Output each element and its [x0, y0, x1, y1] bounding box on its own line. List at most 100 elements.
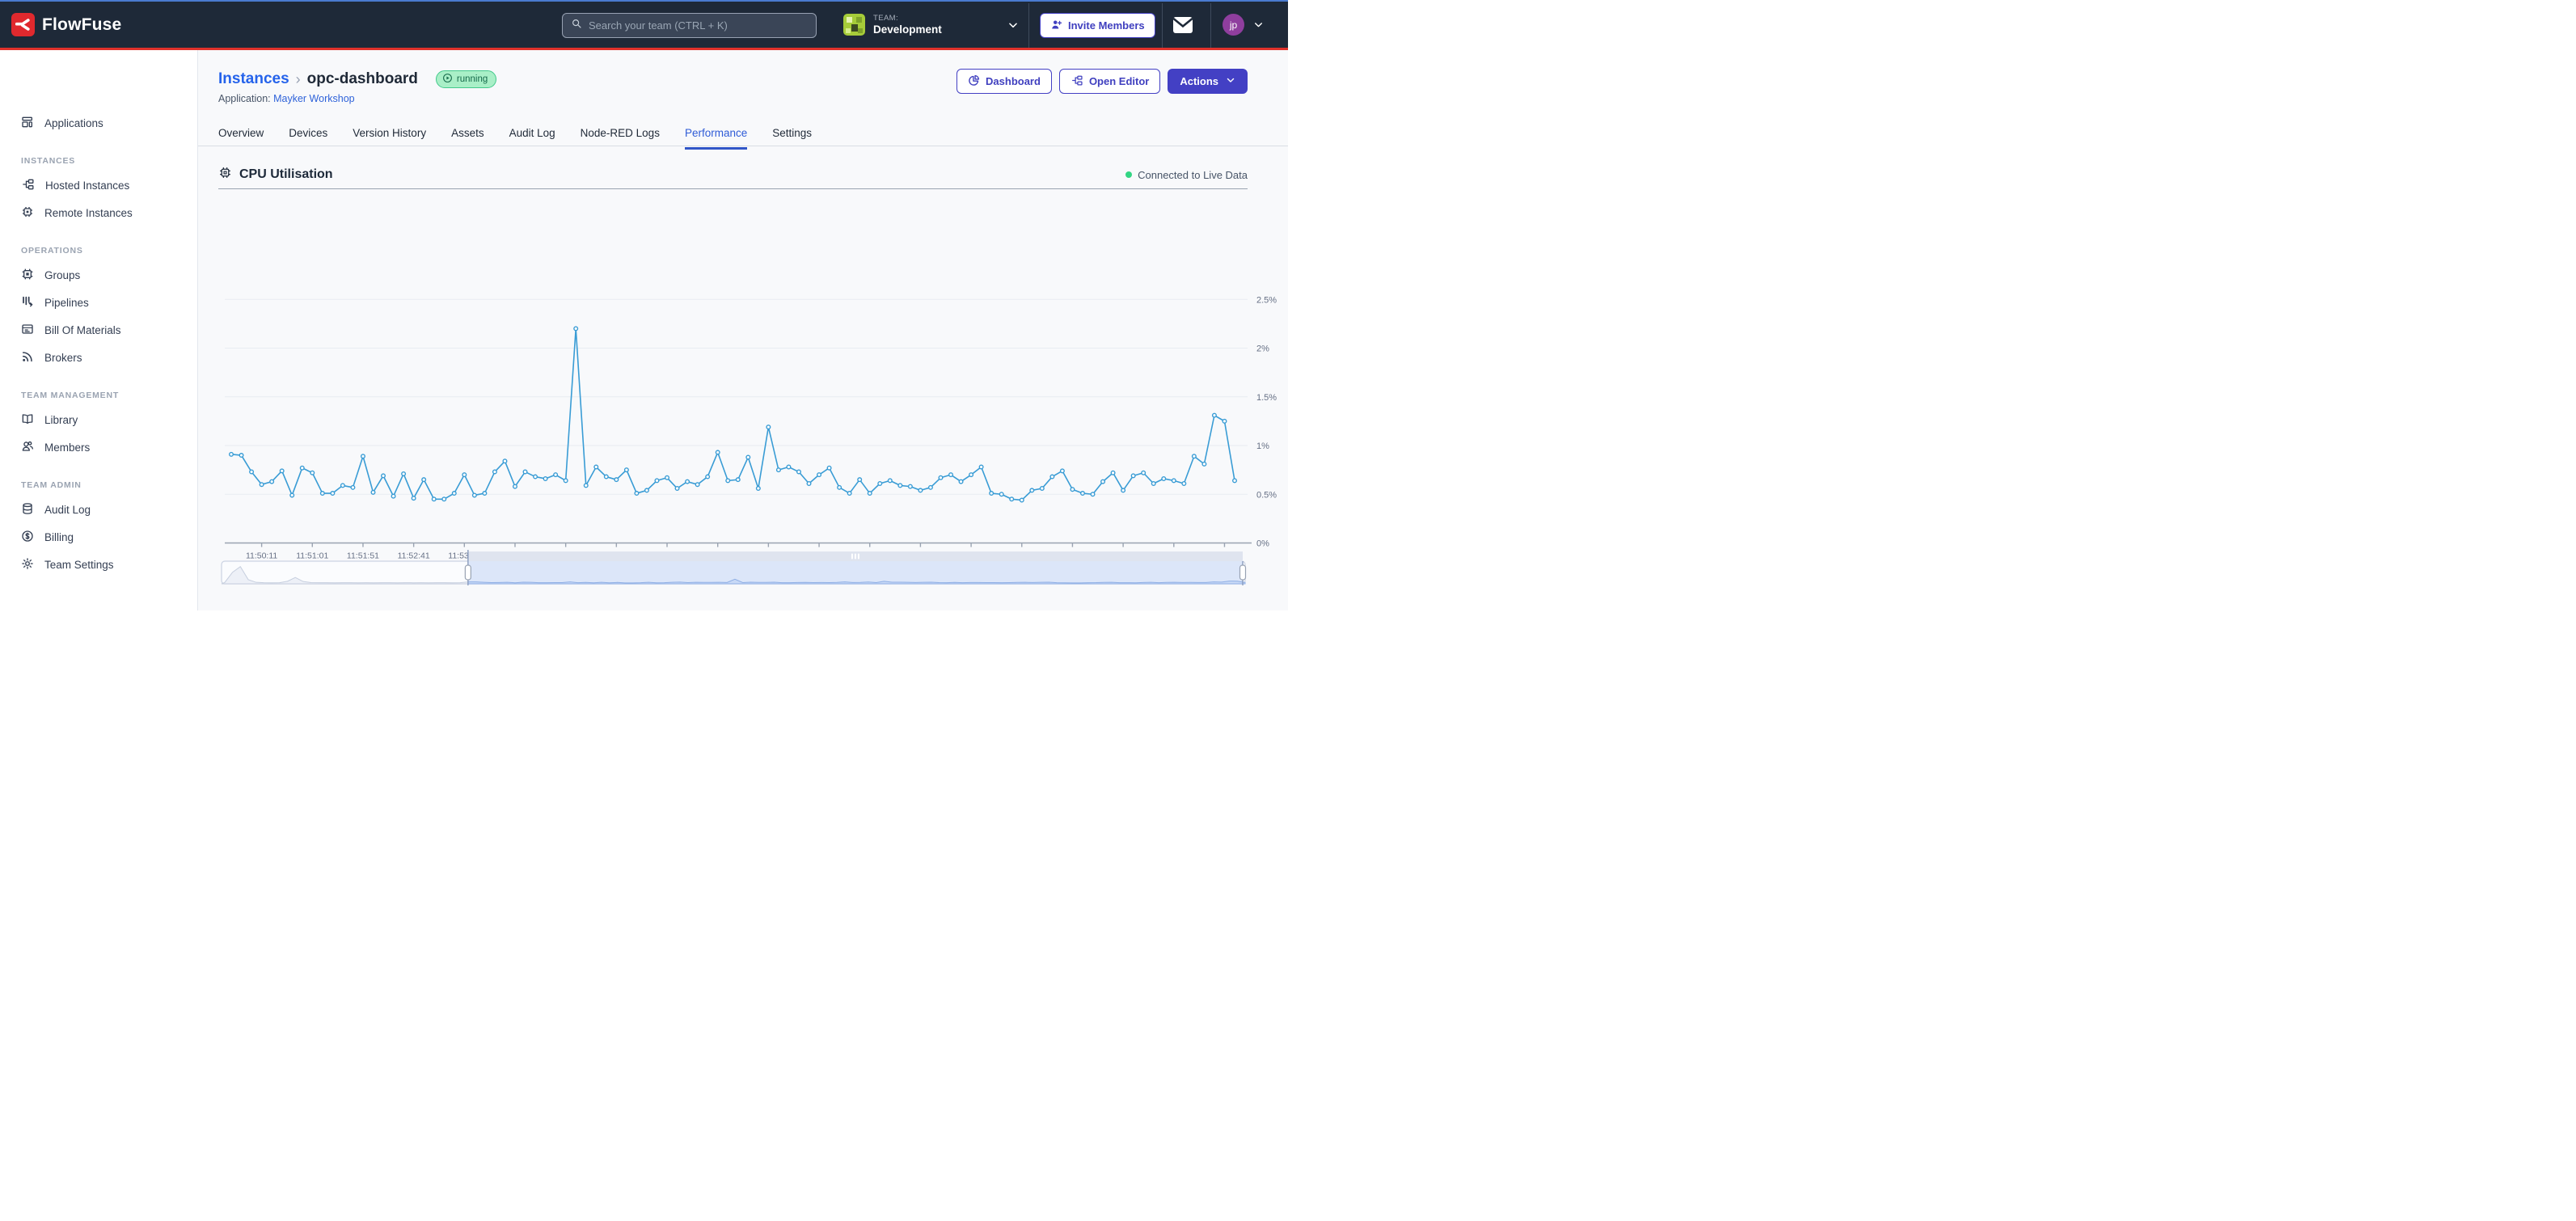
data-point [503, 459, 507, 463]
data-point [361, 454, 365, 458]
cpu-chip-icon [218, 166, 232, 184]
data-point [391, 494, 395, 498]
chevron-down-icon [1226, 75, 1235, 87]
sidebar-item-label: Brokers [44, 352, 82, 364]
data-point [909, 484, 913, 488]
sidebar-item-label: Library [44, 414, 78, 426]
status-badge-label: running [457, 74, 488, 84]
x-axis-label: 11:50:11 [246, 551, 277, 561]
data-point [858, 478, 862, 482]
data-point [675, 487, 679, 491]
sidebar-item-applications[interactable]: Applications [0, 109, 197, 137]
flowfuse-logo-icon[interactable] [11, 13, 35, 36]
data-point [695, 483, 699, 487]
invite-members-button[interactable]: Invite Members [1040, 13, 1155, 38]
team-selector[interactable]: TEAM: Development [843, 2, 942, 48]
data-point [1131, 474, 1135, 478]
data-point [574, 327, 578, 331]
search-input[interactable] [589, 19, 808, 32]
brush-grip-icon[interactable] [855, 554, 856, 560]
data-point [452, 492, 456, 496]
data-point [1010, 497, 1014, 501]
data-point [564, 479, 568, 483]
database-icon [21, 502, 34, 518]
data-point [1213, 413, 1217, 417]
application-link[interactable]: Mayker Workshop [273, 93, 355, 104]
user-avatar[interactable]: jp [1223, 14, 1244, 36]
data-point [1020, 498, 1024, 502]
team-chevron-down-icon[interactable] [1007, 19, 1019, 35]
sidebar-item-label: Pipelines [44, 297, 89, 309]
data-point [483, 492, 487, 496]
sidebar-item-hosted-instances[interactable]: Hosted Instances [0, 171, 197, 199]
pipeline-icon [21, 178, 35, 193]
brush-selection[interactable] [468, 561, 1243, 584]
y-axis-label: 1% [1256, 442, 1269, 451]
team-search[interactable] [562, 13, 817, 38]
sidebar-item-audit-log[interactable]: Audit Log [0, 496, 197, 523]
sidebar-item-bill-of-materials[interactable]: Bill Of Materials [0, 316, 197, 344]
data-point [473, 493, 477, 497]
data-point [838, 486, 842, 490]
data-point [645, 488, 649, 492]
data-point [594, 465, 598, 469]
dollar-icon [21, 530, 34, 545]
data-point [878, 482, 882, 486]
sidebar-item-pipelines[interactable]: Pipelines [0, 289, 197, 316]
sidebar-item-members[interactable]: Members [0, 433, 197, 461]
brush-left-handle[interactable] [465, 565, 471, 580]
sidebar-item-label: Team Settings [44, 559, 114, 571]
nav-divider [1210, 3, 1211, 49]
data-point [979, 465, 983, 469]
actions-button[interactable]: Actions [1168, 69, 1248, 94]
data-point [999, 492, 1003, 496]
data-point [371, 491, 375, 495]
data-point [757, 487, 761, 491]
sidebar-item-team-settings[interactable]: Team Settings [0, 551, 197, 578]
sidebar-item-billing[interactable]: Billing [0, 523, 197, 551]
search-icon [571, 18, 582, 33]
data-point [290, 493, 294, 497]
sidebar-item-groups[interactable]: Groups [0, 261, 197, 289]
application-label: Application: [218, 93, 271, 104]
sidebar-section-header: INSTANCES [21, 156, 197, 166]
live-status: Connected to Live Data [1125, 169, 1248, 181]
data-point [341, 484, 345, 488]
invite-members-label: Invite Members [1068, 19, 1145, 32]
user-menu-chevron-down-icon[interactable] [1253, 19, 1264, 34]
data-point [523, 470, 527, 474]
sidebar-item-label: Hosted Instances [45, 180, 129, 192]
dashboard-button[interactable]: Dashboard [956, 69, 1052, 94]
data-point [746, 455, 750, 459]
brush-right-handle[interactable] [1240, 565, 1246, 580]
data-point [462, 473, 467, 477]
sidebar-item-remote-instances[interactable]: Remote Instances [0, 199, 197, 226]
data-point [1030, 488, 1034, 492]
applications-icon [21, 116, 34, 131]
data-point [868, 492, 872, 496]
data-point [726, 479, 730, 483]
sidebar-item-library[interactable]: Library [0, 406, 197, 433]
data-point [1151, 482, 1155, 486]
data-point [990, 492, 994, 496]
mail-icon[interactable] [1172, 16, 1193, 38]
dashboard-button-label: Dashboard [986, 75, 1041, 87]
data-point [847, 492, 851, 496]
data-point [969, 473, 973, 477]
brush-grip-icon[interactable] [858, 554, 859, 560]
users-icon [21, 440, 34, 455]
breadcrumb-instances-link[interactable]: Instances [218, 70, 289, 88]
sidebar-section-header: TEAM ADMIN [21, 480, 197, 490]
data-point [706, 475, 710, 479]
data-point [1041, 487, 1045, 491]
team-label: TEAM: [873, 14, 942, 23]
sidebar: Applications INSTANCES Hosted Instances Rem… [0, 50, 198, 610]
y-axis-label: 0.5% [1256, 490, 1277, 500]
data-point [1193, 454, 1197, 458]
brush-grip-icon[interactable] [851, 554, 853, 560]
sidebar-item-label: Groups [44, 269, 80, 281]
sidebar-item-brokers[interactable]: Brokers [0, 344, 197, 371]
live-dot-icon [1125, 171, 1132, 178]
open-editor-button[interactable]: Open Editor [1059, 69, 1160, 94]
sidebar-section-header: OPERATIONS [21, 246, 197, 256]
